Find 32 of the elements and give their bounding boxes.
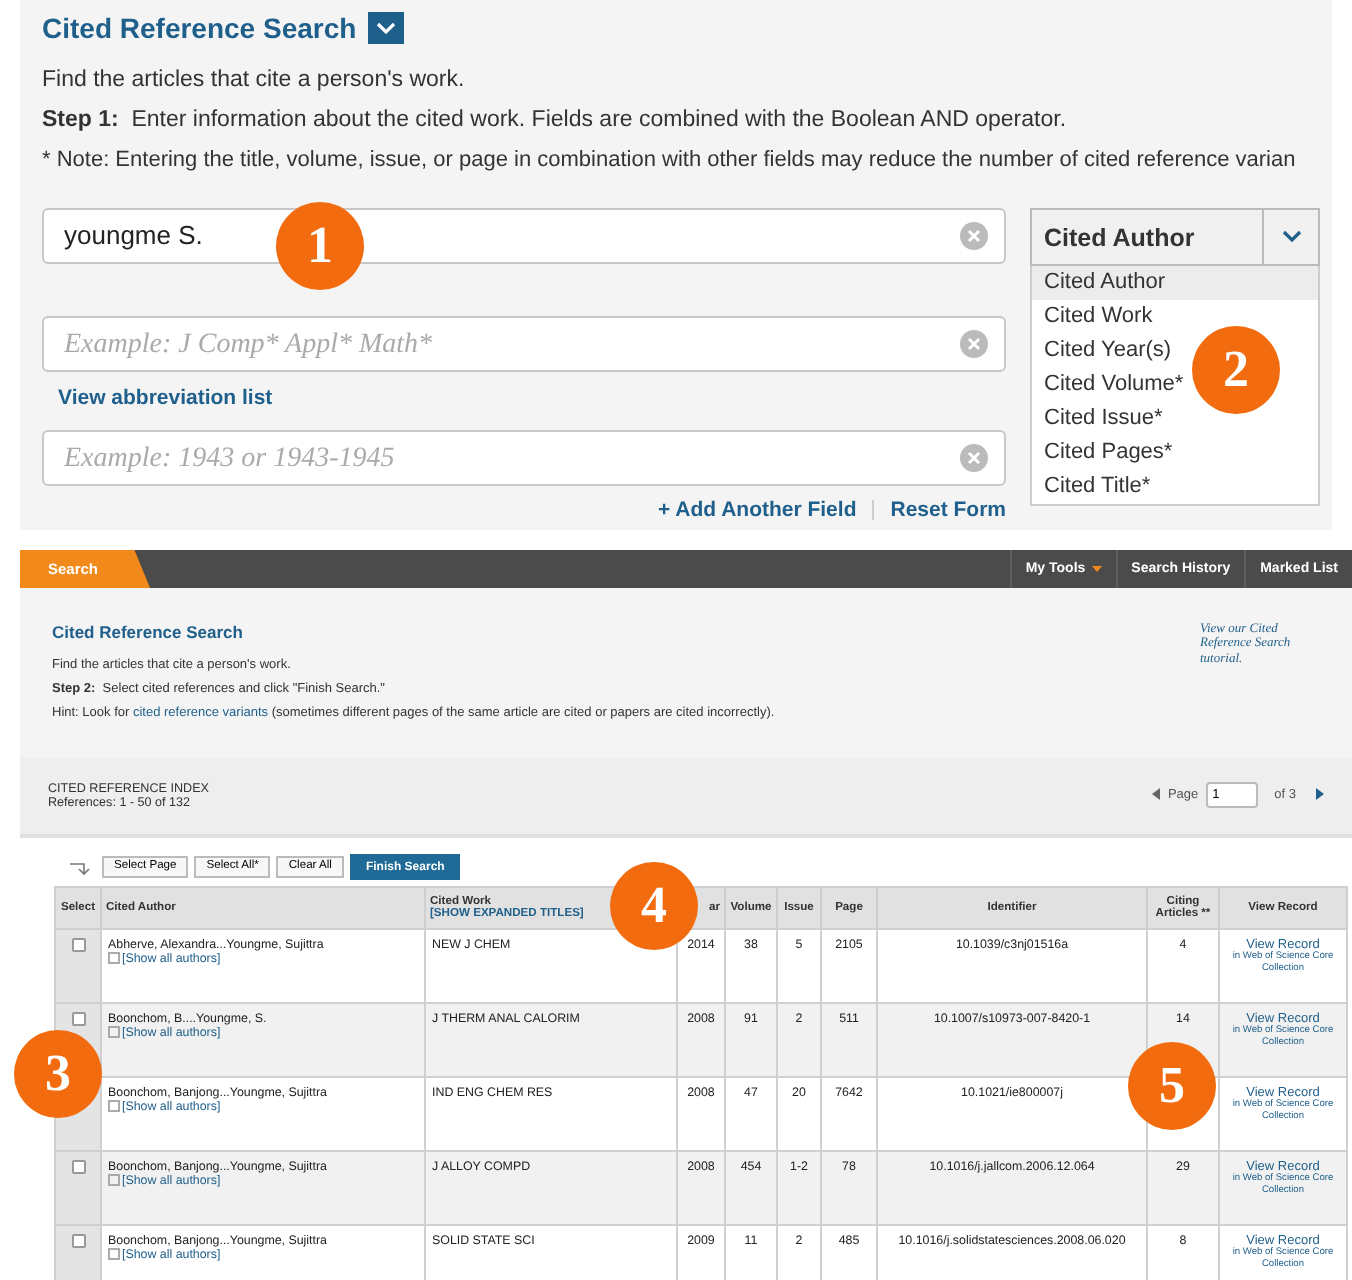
field-type-select[interactable]: Cited Author (1030, 207, 1320, 266)
expand-icon[interactable] (108, 1248, 120, 1261)
arrow-icon (68, 859, 96, 875)
clear-icon[interactable] (960, 443, 988, 472)
next-page-icon[interactable] (1316, 788, 1324, 800)
reset-link[interactable]: Reset Form (890, 497, 1006, 522)
clear-icon[interactable] (960, 329, 988, 358)
step-text: Step 1: Enter information about the cited work. Fields are combined with the Boolean AND operator. (42, 107, 1067, 136)
search-input[interactable]: Example: J Comp* Appl* Math* (60, 326, 960, 361)
expand-icon[interactable] (108, 1174, 120, 1187)
row-checkbox[interactable] (71, 1012, 85, 1026)
previous-page-icon[interactable] (1151, 788, 1160, 800)
chevron-icon (376, 22, 397, 34)
expand-icon[interactable] (108, 1100, 120, 1113)
chevron-icon (1281, 230, 1301, 243)
row-checkbox[interactable] (71, 938, 85, 952)
search-field[interactable]: Example: J Comp* Appl* Math* (42, 315, 1006, 372)
note: * Note: Entering the title, volume, issue, or page in combination with other fields may reduce the number of cited reference varian (42, 147, 1296, 174)
abbreviation-link[interactable]: View abbreviation list (58, 385, 273, 410)
collapse-button[interactable] (368, 12, 405, 44)
clear-icon[interactable] (960, 221, 988, 250)
expand-icon[interactable] (108, 952, 120, 965)
add-field-link[interactable]: + Add Another Field (657, 497, 857, 522)
expand-icon[interactable] (108, 1026, 120, 1039)
section-title: Cited Reference Search (52, 622, 245, 642)
dropdown-option[interactable]: Cited Author (1032, 265, 1318, 300)
description: Find the articles that cite a person's work. (42, 68, 465, 96)
row-checkbox[interactable] (71, 1234, 85, 1248)
row-checkbox[interactable] (71, 1160, 85, 1174)
section-title: Cited Reference Search (42, 12, 357, 44)
search-input[interactable]: Example: 1943 or 1943-1945 (60, 440, 960, 475)
search-field[interactable]: Example: 1943 or 1943-1945 (42, 429, 1006, 486)
